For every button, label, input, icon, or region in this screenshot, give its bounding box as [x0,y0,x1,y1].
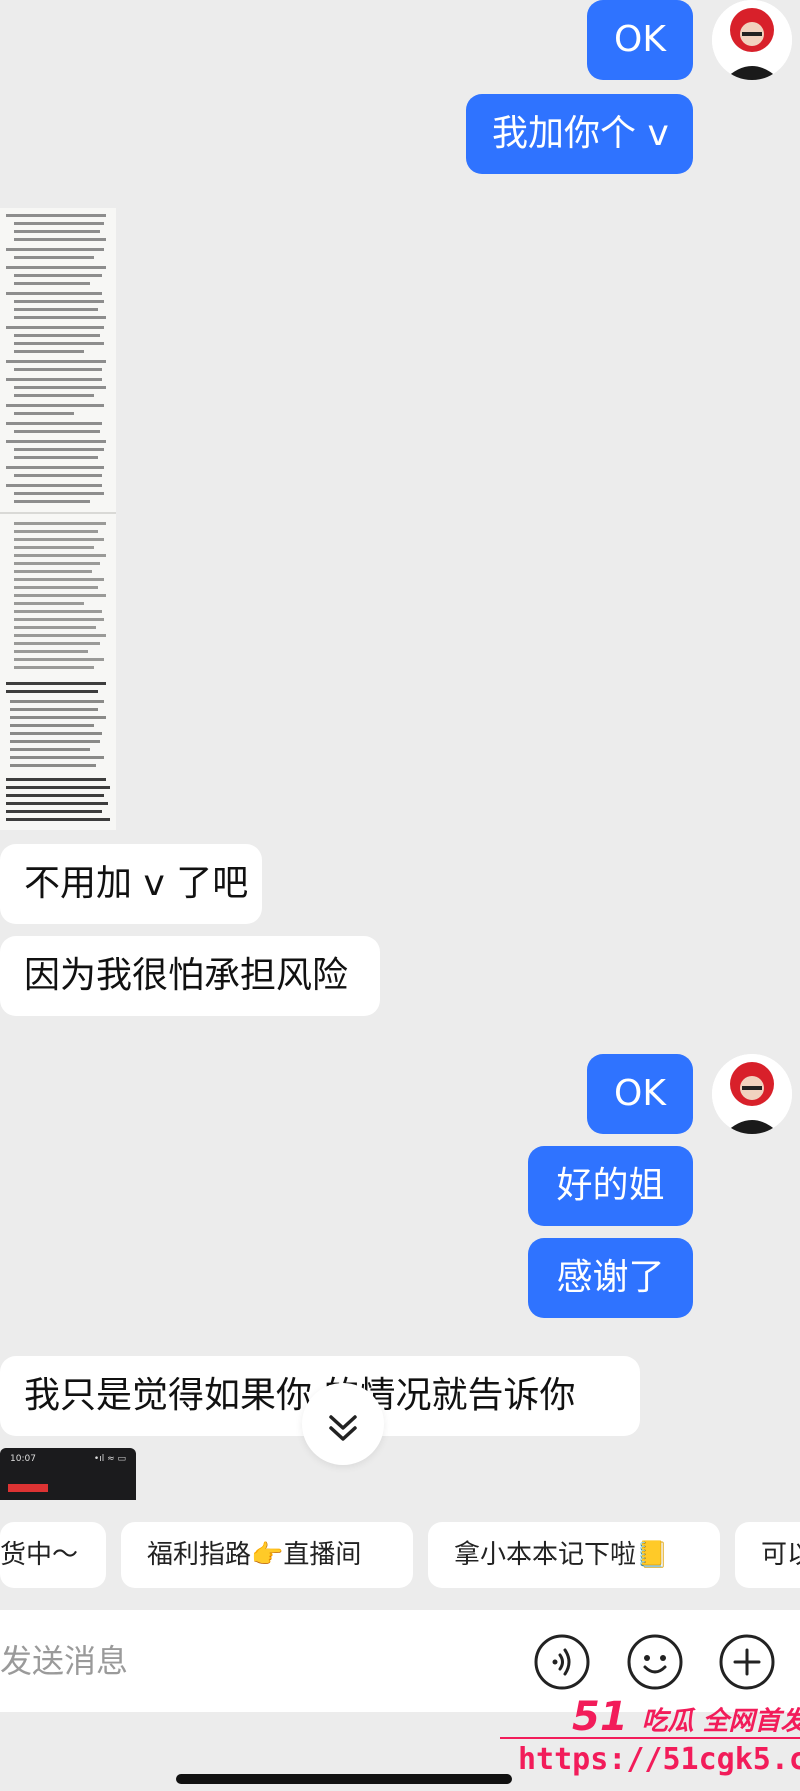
emoji-button[interactable] [627,1634,683,1690]
quick-reply-chip[interactable]: 可以 [735,1522,800,1588]
thumbnail-content [8,1484,48,1492]
voice-icon [534,1634,590,1690]
screenshot-image-message[interactable]: 10:07 •ıl ≈ ▭ [0,1448,136,1500]
watermark-logo: 51 吃瓜 全网首发 [572,1694,800,1740]
avatar-image [712,0,792,80]
voice-button[interactable] [534,1634,590,1690]
watermark-tagline: 吃瓜 全网首发 [641,1706,800,1737]
quick-reply-chip[interactable]: 福利指路👉直播间 [121,1522,413,1588]
thumbnail-time: 10:07 [10,1454,36,1464]
watermark-divider [500,1737,800,1739]
outgoing-message[interactable]: OK [587,0,693,80]
outgoing-message[interactable]: 我加你个 v [466,94,693,174]
plus-icon [719,1634,775,1690]
avatar-image [712,1054,792,1134]
scroll-to-bottom-button[interactable] [302,1383,384,1465]
quick-reply-chip[interactable]: 货中～ [0,1522,106,1588]
incoming-message[interactable]: 因为我很怕承担风险 [0,936,380,1016]
watermark-url: https://51cgk5.com [518,1742,800,1777]
outgoing-message[interactable]: 感谢了 [528,1238,693,1318]
outgoing-message[interactable]: OK [587,1054,693,1134]
home-indicator[interactable] [176,1774,512,1784]
message-input[interactable]: 发送消息 [0,1610,500,1712]
watermark-logo-number: 51 [572,1694,628,1740]
quick-reply-chip[interactable]: 拿小本本记下啦📒 [428,1522,720,1588]
thumbnail-status: •ıl ≈ ▭ [93,1454,126,1464]
document-image [0,208,116,830]
incoming-message[interactable]: 不用加 v 了吧 [0,844,262,924]
chat-screen: OK 我加你个 v 不用加 v 了吧 因为我很怕承担风险 OK 好的姐 感谢了 … [0,0,800,1791]
user-avatar[interactable] [712,1054,792,1134]
document-image-message[interactable] [0,208,116,830]
emoji-icon [627,1634,683,1690]
outgoing-message[interactable]: 好的姐 [528,1146,693,1226]
add-button[interactable] [719,1634,775,1690]
user-avatar[interactable] [712,0,792,80]
double-chevron-down-icon [329,1415,357,1441]
